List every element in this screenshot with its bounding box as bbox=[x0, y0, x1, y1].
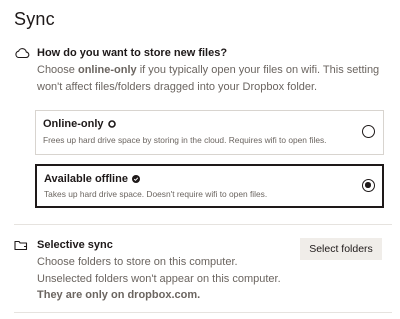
section-divider bbox=[14, 224, 392, 225]
selective-sync-description: Choose folders to store on this computer… bbox=[37, 256, 281, 301]
option-description: Frees up hard drive space by storing in … bbox=[43, 135, 327, 145]
option-title: Online-only bbox=[43, 118, 104, 130]
section-divider bbox=[14, 312, 392, 313]
storage-title: How do you want to store new files? bbox=[37, 47, 228, 59]
online-only-radio[interactable] bbox=[362, 125, 375, 138]
selective-sync-title: Selective sync bbox=[37, 239, 113, 251]
page-title: Sync bbox=[14, 9, 55, 29]
folder-icon bbox=[14, 239, 30, 255]
cloud-outline-icon bbox=[107, 120, 116, 128]
select-folders-button[interactable]: Select folders bbox=[300, 238, 382, 260]
cloud-icon bbox=[14, 46, 30, 62]
option-description: Takes up hard drive space. Doesn't requi… bbox=[44, 189, 268, 199]
available-offline-radio[interactable] bbox=[362, 179, 375, 192]
check-circle-icon bbox=[131, 175, 140, 183]
option-title: Available offline bbox=[44, 173, 128, 185]
option-online-only[interactable]: Online-only Frees up hard drive space by… bbox=[35, 110, 384, 155]
storage-description: Choose online-only if you typically open… bbox=[37, 64, 380, 93]
option-available-offline[interactable]: Available offline Takes up hard drive sp… bbox=[35, 164, 384, 208]
